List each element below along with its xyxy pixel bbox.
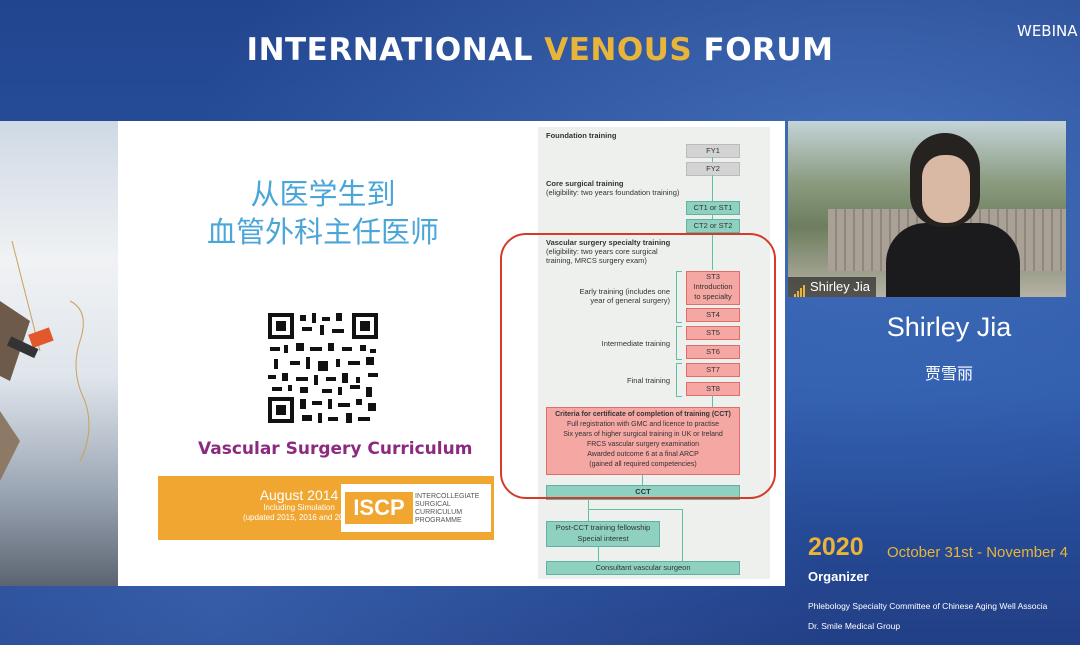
title-part2: FORUM — [692, 32, 834, 68]
flow-connector — [588, 499, 589, 521]
iscp-logo: ISCP — [345, 492, 413, 524]
title-part1: INTERNATIONAL — [246, 32, 545, 68]
iscp-line3: CURRICULUM — [415, 509, 463, 516]
flow-foundation-label: Foundation training — [546, 131, 617, 140]
participant-body — [886, 223, 1020, 297]
participant-person — [886, 127, 1020, 297]
iscp-line4: PROGRAMME — [415, 517, 462, 524]
highlight-oval — [500, 233, 776, 499]
participant-face — [922, 155, 970, 223]
flow-post-cct: Post-CCT training fellowship Special int… — [546, 521, 660, 547]
flow-connector — [598, 546, 599, 561]
iscp-line1: INTERCOLLEGIATE — [415, 493, 480, 500]
event-year: 2020 — [808, 533, 864, 561]
flow-ct2: CT2 or ST2 — [686, 219, 740, 233]
qr-code-icon — [266, 311, 380, 425]
flow-connector — [588, 509, 682, 510]
organizer-2: Dr. Smile Medical Group — [808, 621, 901, 631]
flow-core-eligibility: (eligibility: two years foundation train… — [546, 188, 680, 197]
flow-core-label: Core surgical training — [546, 179, 624, 188]
organizer-label: Organizer — [808, 569, 869, 584]
post-cct-label: Post-CCT training fellowship — [555, 523, 651, 532]
video-participant-name: Shirley Jia — [810, 279, 870, 294]
iscp-full-name: INTERCOLLEGIATE SURGICAL CURRICULUM PROG… — [415, 493, 479, 525]
flow-consultant: Consultant vascular surgeon — [546, 561, 740, 575]
iscp-line2: SURGICAL — [415, 501, 451, 508]
curriculum-title: Vascular Surgery Curriculum — [198, 439, 473, 459]
forum-title: INTERNATIONAL VENOUS FORUM — [0, 32, 1080, 68]
flow-ct1: CT1 or ST1 — [686, 201, 740, 215]
speaker-name-cn: 贾雪丽 — [924, 366, 973, 383]
iscp-logo-box: ISCP INTERCOLLEGIATE SURGICAL CURRICULUM… — [341, 484, 491, 532]
special-interest-label: Special interest — [577, 534, 629, 543]
slide-chinese-title: 从医学生到 血管外科主任医师 — [188, 175, 458, 251]
organizer-1: Phlebology Specialty Committee of Chines… — [808, 601, 1048, 611]
flow-connector — [682, 509, 683, 561]
presentation-slide: 从医学生到 血管外科主任医师 Vascular Surgery Curricul… — [118, 121, 785, 586]
event-dates: October 31st - November 4 — [887, 544, 1068, 561]
curriculum-banner: August 2014 Including Simulation (update… — [158, 476, 494, 540]
cn-title-line1: 从医学生到 — [250, 177, 396, 211]
signal-bars-icon — [794, 278, 806, 297]
title-accent: VENOUS — [544, 32, 693, 68]
flow-fy2: FY2 — [686, 162, 740, 176]
video-name-tag: Shirley Jia — [788, 277, 876, 297]
flow-fy1: FY1 — [686, 144, 740, 158]
participant-video[interactable]: Shirley Jia — [788, 121, 1066, 297]
climber-photo — [0, 121, 118, 586]
flow-connector — [712, 175, 713, 201]
speaker-name: Shirley Jia — [886, 312, 1012, 342]
webinar-label: WEBINA — [1017, 22, 1078, 40]
cn-title-line2: 血管外科主任医师 — [206, 215, 439, 249]
